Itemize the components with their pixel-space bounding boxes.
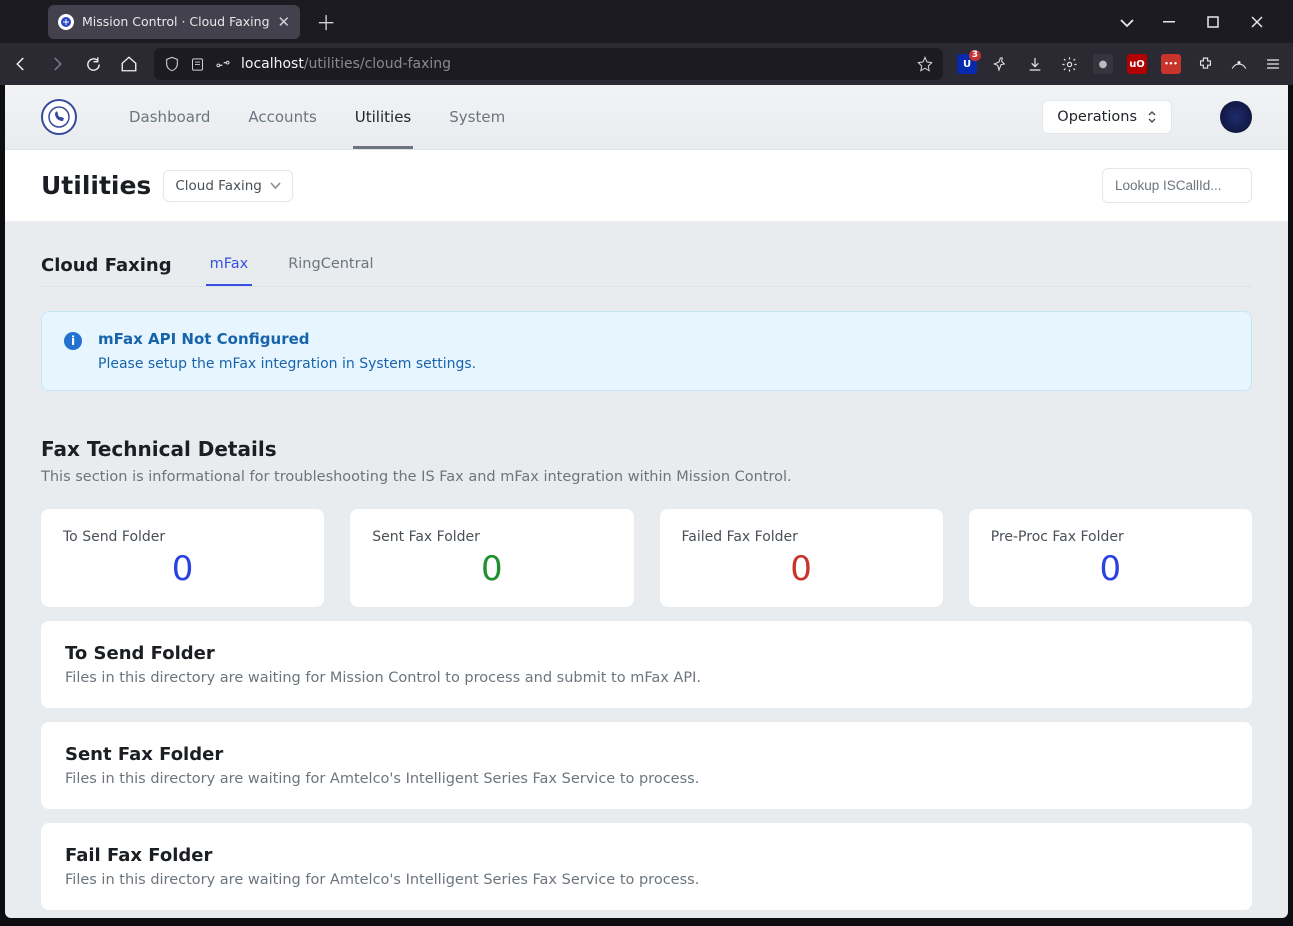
extensions-icon[interactable] [1195, 54, 1215, 74]
url-bar[interactable]: localhost/utilities/cloud-faxing [154, 48, 943, 80]
browser-chrome: Mission Control · Cloud Faxing ✕ ＋ [0, 0, 1293, 85]
info-icon: i [64, 332, 82, 350]
nav-home-icon[interactable] [118, 50, 140, 78]
tab-strip: Mission Control · Cloud Faxing ✕ ＋ [0, 0, 1293, 43]
stat-card: Failed Fax Folder 0 [660, 509, 943, 607]
info-card-title: Fail Fax Folder [65, 845, 1228, 866]
devtools-icon[interactable] [991, 54, 1011, 74]
window-controls [1119, 15, 1283, 29]
stat-label: Sent Fax Folder [372, 529, 611, 545]
stat-value: 0 [682, 549, 921, 589]
operations-label: Operations [1057, 109, 1137, 125]
ext-misc-icon[interactable] [1229, 54, 1249, 74]
subsection-dropdown[interactable]: Cloud Faxing [163, 170, 293, 202]
details-desc: This section is informational for troubl… [41, 469, 1252, 485]
ext-lastpass-icon[interactable]: ••• [1161, 54, 1181, 74]
user-avatar[interactable] [1220, 101, 1252, 133]
subsection-label: Cloud Faxing [175, 178, 262, 194]
stat-value: 0 [63, 549, 302, 589]
app-viewport: Dashboard Accounts Utilities System Operati… [5, 85, 1288, 918]
info-card-title: Sent Fax Folder [65, 744, 1228, 765]
tab-close-icon[interactable]: ✕ [278, 13, 291, 31]
window-minimize-icon[interactable] [1163, 16, 1181, 28]
downloads-icon[interactable] [1025, 54, 1045, 74]
app-logo[interactable] [41, 99, 77, 135]
ext-shield-icon[interactable]: U [957, 54, 977, 74]
operations-dropdown[interactable]: Operations [1042, 100, 1172, 134]
info-card-desc: Files in this directory are waiting for … [65, 872, 1228, 888]
tab-mfax[interactable]: mFax [206, 244, 253, 286]
stat-value: 0 [372, 549, 611, 589]
info-card: Fail Fax Folder Files in this directory a… [41, 823, 1252, 910]
stat-card: Sent Fax Folder 0 [350, 509, 633, 607]
nav-forward-icon [46, 50, 68, 78]
info-card-desc: Files in this directory are waiting for … [65, 670, 1228, 686]
tab-title: Mission Control · Cloud Faxing [82, 14, 270, 29]
app-navbar: Dashboard Accounts Utilities System Operati… [5, 85, 1288, 150]
alert-body: Please setup the mFax integration in Sys… [98, 356, 476, 372]
chevron-updown-icon [1147, 110, 1157, 124]
settings-gear-icon[interactable] [1059, 54, 1079, 74]
stat-label: To Send Folder [63, 529, 302, 545]
ext-ublock-icon[interactable]: uO [1127, 54, 1147, 74]
page-header: Utilities Cloud Faxing [5, 150, 1288, 222]
nav-link-system[interactable]: System [447, 86, 507, 149]
new-tab-button[interactable]: ＋ [308, 7, 344, 36]
stat-card: To Send Folder 0 [41, 509, 324, 607]
bookmark-star-icon[interactable] [917, 56, 933, 72]
connection-icon[interactable] [215, 56, 231, 72]
lookup-input[interactable] [1102, 168, 1252, 203]
nav-reload-icon[interactable] [82, 50, 104, 78]
page-info-icon[interactable] [190, 57, 205, 72]
url-text: localhost/utilities/cloud-faxing [241, 56, 451, 72]
window-maximize-icon[interactable] [1207, 16, 1225, 28]
app-menu-icon[interactable] [1263, 54, 1283, 74]
stat-label: Failed Fax Folder [682, 529, 921, 545]
alert-title: mFax API Not Configured [98, 330, 476, 348]
ext-avatar-icon[interactable]: ● [1093, 54, 1113, 74]
nav-back-icon[interactable] [10, 50, 32, 78]
info-card: To Send Folder Files in this directory ar… [41, 621, 1252, 708]
stat-card: Pre-Proc Fax Folder 0 [969, 509, 1252, 607]
window-close-icon[interactable] [1251, 16, 1269, 28]
info-card-title: To Send Folder [65, 643, 1228, 664]
info-card-desc: Files in this directory are waiting for … [65, 771, 1228, 787]
info-card: Sent Fax Folder Files in this directory a… [41, 722, 1252, 809]
alert-info: i mFax API Not Configured Please setup t… [41, 311, 1252, 391]
page-title: Utilities [41, 171, 151, 200]
chevron-down-icon [270, 182, 281, 190]
tab-favicon [58, 14, 74, 30]
nav-link-dashboard[interactable]: Dashboard [127, 86, 212, 149]
tabs-dropdown-icon[interactable] [1119, 15, 1137, 29]
shield-icon[interactable] [164, 56, 180, 72]
stat-label: Pre-Proc Fax Folder [991, 529, 1230, 545]
toolbar-right-icons: U ● uO ••• [957, 54, 1283, 74]
section-tabs: Cloud Faxing mFax RingCentral [41, 244, 1252, 287]
stat-value: 0 [991, 549, 1230, 589]
nav-link-accounts[interactable]: Accounts [246, 86, 318, 149]
nav-link-utilities[interactable]: Utilities [353, 86, 413, 149]
tab-ringcentral[interactable]: RingCentral [284, 244, 377, 286]
browser-toolbar: localhost/utilities/cloud-faxing U ● uO … [0, 43, 1293, 85]
browser-tab[interactable]: Mission Control · Cloud Faxing ✕ [48, 5, 300, 39]
details-title: Fax Technical Details [41, 437, 1252, 461]
section-heading: Cloud Faxing [41, 245, 172, 286]
